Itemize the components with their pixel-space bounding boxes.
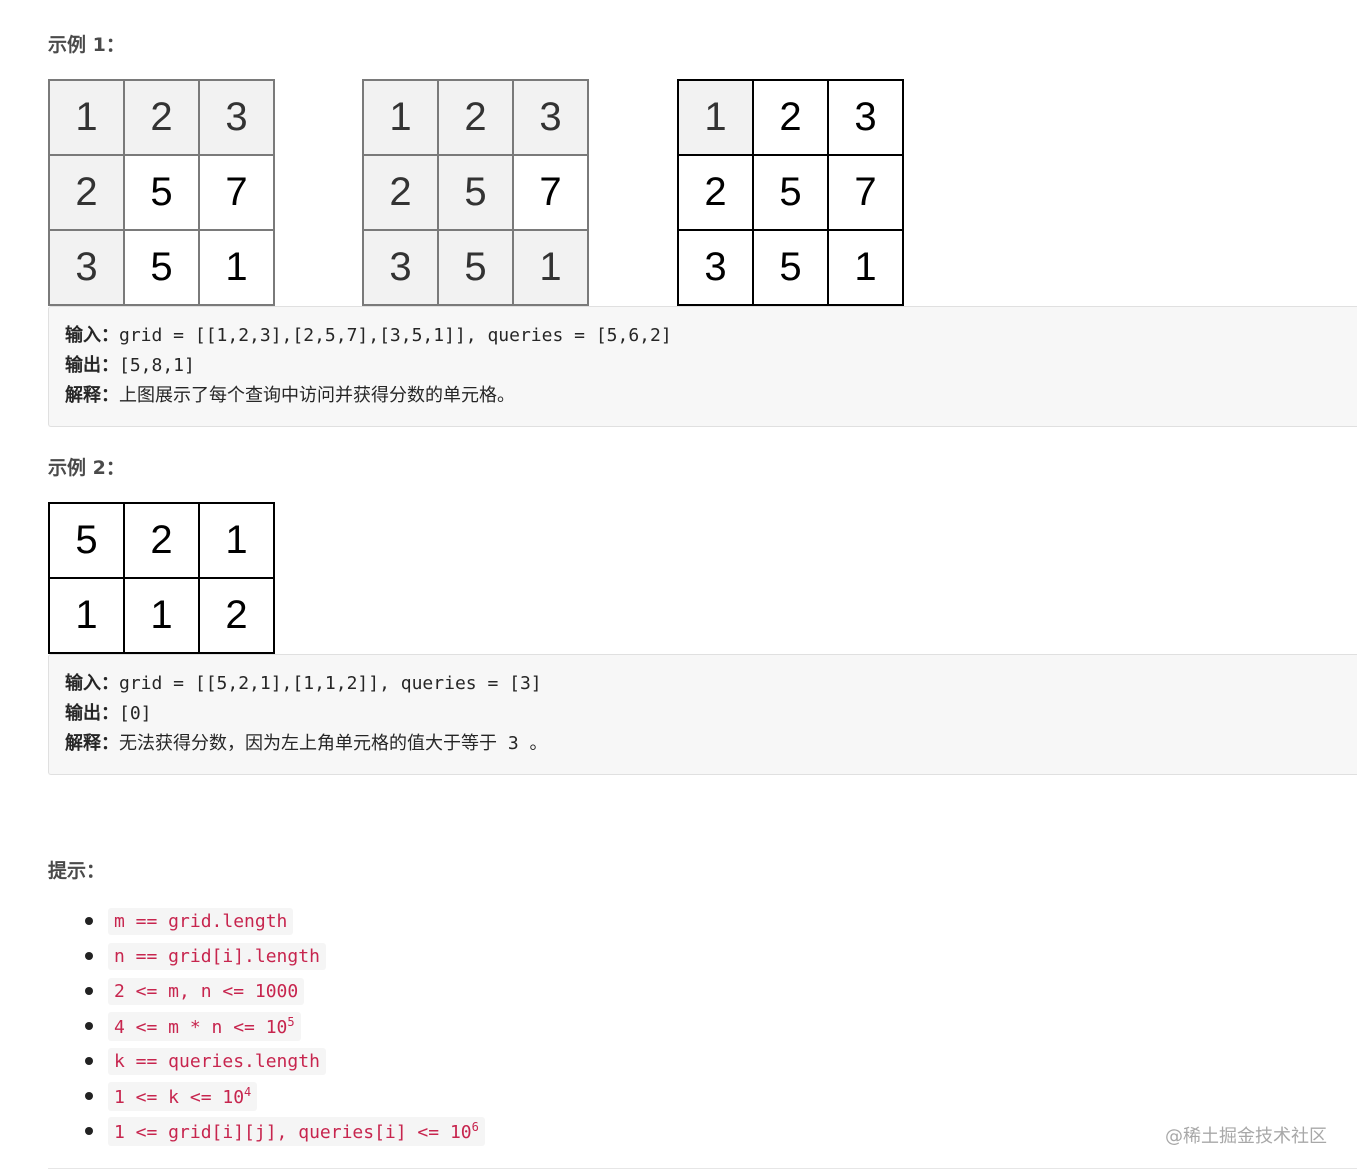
example-1-code-block: 输入：grid = [[1,2,3],[2,5,7],[3,5,1]], que… bbox=[48, 306, 1357, 427]
watermark: @稀土掘金技术社区 bbox=[1165, 1126, 1327, 1147]
grid-cell: 2 bbox=[679, 156, 754, 231]
explain-value: 上图展示了每个查询中访问并获得分数的单元格。 bbox=[119, 385, 515, 406]
bullet-icon bbox=[85, 1092, 93, 1100]
constraint-code: 4 <= m * n <= 105 bbox=[108, 1012, 301, 1041]
grid-cell: 1 bbox=[514, 231, 589, 306]
grid-cell: 7 bbox=[200, 156, 275, 231]
grid-cell: 1 bbox=[364, 81, 439, 156]
explain-label: 解释： bbox=[65, 733, 119, 754]
constraint-code: m == grid.length bbox=[108, 908, 294, 935]
input-value: grid = [[1,2,3],[2,5,7],[3,5,1]], querie… bbox=[119, 325, 672, 346]
bullet-icon bbox=[85, 987, 93, 995]
constraint-code: n == grid[i].length bbox=[108, 943, 326, 970]
constraint-code: 2 <= m, n <= 1000 bbox=[108, 978, 305, 1005]
list-item: m == grid.length bbox=[85, 904, 485, 939]
grid-cell: 1 bbox=[125, 579, 200, 654]
grid-cell: 3 bbox=[364, 231, 439, 306]
list-item: 1 <= grid[i][j], queries[i] <= 106 bbox=[85, 1114, 485, 1149]
grid-cell: 5 bbox=[754, 231, 829, 306]
grid-cell: 7 bbox=[829, 156, 904, 231]
grid-cell: 2 bbox=[754, 81, 829, 156]
example-2-grid: 521112 bbox=[48, 502, 275, 654]
grid-cell: 5 bbox=[439, 156, 514, 231]
divider bbox=[48, 1168, 1357, 1169]
list-item: 1 <= k <= 104 bbox=[85, 1079, 485, 1114]
explain-label: 解释： bbox=[65, 385, 119, 406]
input-value: grid = [[5,2,1],[1,1,2]], queries = [3] bbox=[119, 673, 542, 694]
grid-cell: 2 bbox=[125, 504, 200, 579]
output-label: 输出： bbox=[65, 355, 119, 376]
explain-text: 无法获得分数，因为左上角单元格的值大于等于 bbox=[119, 733, 497, 754]
grid-cell: 5 bbox=[125, 156, 200, 231]
explain-end: 。 bbox=[529, 733, 548, 754]
example-2-heading: 示例 2： bbox=[48, 457, 125, 479]
input-label: 输入： bbox=[65, 673, 119, 694]
grid-cell: 5 bbox=[754, 156, 829, 231]
grid-cell: 5 bbox=[125, 231, 200, 306]
example-1-grid-c: 123257351 bbox=[677, 79, 904, 306]
grid-cell: 1 bbox=[200, 231, 275, 306]
grid-cell: 2 bbox=[50, 156, 125, 231]
grid-cell: 7 bbox=[514, 156, 589, 231]
tips-heading: 提示： bbox=[48, 860, 106, 882]
bullet-icon bbox=[85, 1057, 93, 1065]
input-label: 输入： bbox=[65, 325, 119, 346]
grid-cell: 1 bbox=[50, 81, 125, 156]
grid-cell: 1 bbox=[829, 231, 904, 306]
grid-cell: 3 bbox=[679, 231, 754, 306]
grid-cell: 1 bbox=[679, 81, 754, 156]
grid-cell: 3 bbox=[514, 81, 589, 156]
list-item: 4 <= m * n <= 105 bbox=[85, 1009, 485, 1044]
grid-cell: 2 bbox=[125, 81, 200, 156]
grid-cell: 2 bbox=[364, 156, 439, 231]
grid-cell: 1 bbox=[200, 504, 275, 579]
output-value: [5,8,1] bbox=[119, 355, 195, 376]
bullet-icon bbox=[85, 952, 93, 960]
example-1-heading: 示例 1： bbox=[48, 34, 125, 56]
bullet-icon bbox=[85, 1022, 93, 1030]
constraint-code: 1 <= grid[i][j], queries[i] <= 106 bbox=[108, 1117, 485, 1146]
example-1-grid-b: 123257351 bbox=[362, 79, 589, 306]
tips-list: m == grid.length n == grid[i].length 2 <= … bbox=[85, 904, 485, 1149]
grid-cell: 3 bbox=[829, 81, 904, 156]
list-item: n == grid[i].length bbox=[85, 939, 485, 974]
example-1-grid-a: 123257351 bbox=[48, 79, 275, 306]
grid-cell: 2 bbox=[439, 81, 514, 156]
example-2-code-block: 输入：grid = [[5,2,1],[1,1,2]], queries = [… bbox=[48, 654, 1357, 775]
bullet-icon bbox=[85, 1127, 93, 1135]
grid-cell: 1 bbox=[50, 579, 125, 654]
explain-code: 3 bbox=[507, 733, 519, 754]
constraint-code: 1 <= k <= 104 bbox=[108, 1082, 258, 1111]
grid-cell: 5 bbox=[50, 504, 125, 579]
output-value: [0] bbox=[119, 703, 152, 724]
grid-cell: 5 bbox=[439, 231, 514, 306]
grid-cell: 3 bbox=[200, 81, 275, 156]
grid-cell: 2 bbox=[200, 579, 275, 654]
output-label: 输出： bbox=[65, 703, 119, 724]
list-item: k == queries.length bbox=[85, 1044, 485, 1079]
grid-cell: 3 bbox=[50, 231, 125, 306]
bullet-icon bbox=[85, 917, 93, 925]
constraint-code: k == queries.length bbox=[108, 1048, 326, 1075]
list-item: 2 <= m, n <= 1000 bbox=[85, 974, 485, 1009]
